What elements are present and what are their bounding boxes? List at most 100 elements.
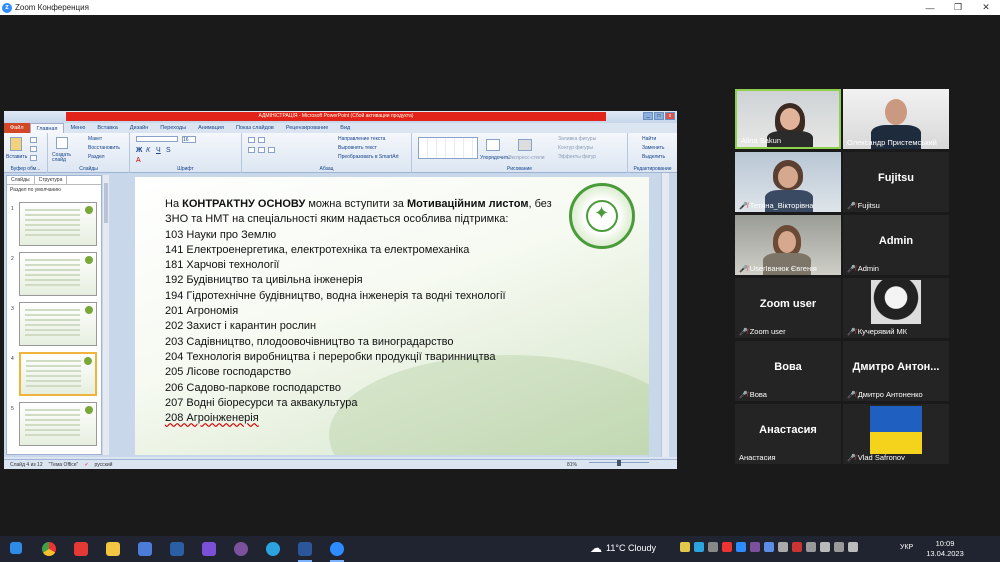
select-button[interactable]: Выделить bbox=[642, 154, 665, 160]
find-button[interactable]: Найти bbox=[642, 136, 656, 142]
ppt-close-button[interactable]: x bbox=[665, 112, 675, 120]
align-center-icon[interactable] bbox=[258, 147, 265, 153]
zoom-icon[interactable] bbox=[330, 542, 344, 556]
clock[interactable]: 10:09 13.04.2023 bbox=[920, 539, 970, 559]
tab-review[interactable]: Рецензирование bbox=[280, 125, 334, 131]
slide-thumbnail[interactable] bbox=[19, 302, 97, 346]
align-right-icon[interactable] bbox=[268, 147, 275, 153]
cut-icon[interactable] bbox=[30, 137, 37, 143]
section-label[interactable]: Раздел по умолчанию bbox=[7, 185, 101, 195]
tray-icon[interactable] bbox=[708, 542, 718, 552]
viber-icon[interactable] bbox=[234, 542, 248, 556]
anydesk-icon[interactable] bbox=[74, 542, 88, 556]
participant-tile[interactable]: Alina Sakun bbox=[735, 89, 841, 149]
tab-transitions[interactable]: Переходы bbox=[154, 125, 192, 131]
shape-fill-button[interactable]: Заливка фигуры bbox=[558, 136, 596, 142]
tray-bluetooth-icon[interactable] bbox=[764, 542, 774, 552]
participant-tile[interactable]: Zoom user 🎤̸ Zoom user bbox=[735, 278, 841, 338]
align-text-button[interactable]: Выровнять текст bbox=[338, 145, 377, 151]
input-language[interactable]: УКР bbox=[900, 544, 913, 551]
font-size-select[interactable]: 16 bbox=[182, 136, 196, 143]
tab-menu[interactable]: Меню bbox=[64, 125, 91, 131]
slides-pane-scrollbar[interactable] bbox=[103, 175, 109, 455]
word-icon[interactable] bbox=[298, 542, 312, 556]
zoom-level[interactable]: 81% bbox=[567, 462, 577, 468]
text-direction-button[interactable]: Направление текста bbox=[338, 136, 385, 142]
volume-icon[interactable] bbox=[848, 542, 858, 552]
zoom-slider[interactable] bbox=[589, 460, 649, 466]
slide-thumbnail-selected[interactable] bbox=[19, 352, 97, 396]
arrange-button[interactable]: Упорядочить bbox=[480, 155, 510, 161]
ppt-maximize-button[interactable]: □ bbox=[654, 112, 664, 120]
slide-thumbnail[interactable] bbox=[19, 252, 97, 296]
format-painter-icon[interactable] bbox=[30, 155, 37, 161]
shape-effects-button[interactable]: Эффекты фигур bbox=[558, 154, 596, 160]
wifi-icon[interactable] bbox=[834, 542, 844, 552]
participant-tile[interactable]: 🎤̸ Vlad Safronov bbox=[843, 404, 949, 464]
scroll-thumb[interactable] bbox=[104, 183, 108, 223]
tab-slides[interactable]: Слайды bbox=[7, 176, 35, 184]
participant-tile[interactable]: Олександр Пристемський bbox=[843, 89, 949, 149]
new-slide-button[interactable]: Создать слайд bbox=[52, 153, 76, 163]
slide-thumbnail[interactable] bbox=[19, 202, 97, 246]
tray-telegram-icon[interactable] bbox=[694, 542, 704, 552]
layout-button[interactable]: Макет bbox=[88, 136, 102, 142]
participant-tile[interactable]: 🎤̸ Кучерявий МК bbox=[843, 278, 949, 338]
store-icon[interactable] bbox=[138, 542, 152, 556]
tray-viber-icon[interactable] bbox=[750, 542, 760, 552]
app-p-icon[interactable] bbox=[202, 542, 216, 556]
minimize-button[interactable]: — bbox=[916, 0, 944, 15]
tab-slideshow[interactable]: Показ слайдов bbox=[230, 125, 280, 131]
tab-view[interactable]: Вид bbox=[334, 125, 356, 131]
participant-tile[interactable]: 🎤̸ UserIванюк Євгенія bbox=[735, 215, 841, 275]
tab-animation[interactable]: Анимация bbox=[192, 125, 230, 131]
maximize-button[interactable]: ❐ bbox=[944, 0, 972, 15]
font-color-button[interactable]: A bbox=[136, 157, 141, 164]
participant-tile[interactable]: Дмитро Антон... 🎤̸ Дмитро Антоненко bbox=[843, 341, 949, 401]
shield-icon[interactable] bbox=[170, 542, 184, 556]
current-slide[interactable]: ✦ На КОНТРАКТНУ ОСНОВУ можна вступити за… bbox=[135, 177, 649, 455]
reset-button[interactable]: Восстановить bbox=[88, 145, 120, 151]
chrome-icon[interactable] bbox=[42, 542, 56, 556]
file-explorer-icon[interactable] bbox=[106, 542, 120, 556]
tab-file[interactable]: Файл bbox=[4, 123, 30, 133]
shape-outline-button[interactable]: Контур фигуры bbox=[558, 145, 593, 151]
participant-tile[interactable]: Анастасия Анастасия bbox=[735, 404, 841, 464]
quick-styles-button[interactable]: Экспресс-стили bbox=[508, 155, 545, 161]
bold-button[interactable]: Ж bbox=[136, 147, 142, 154]
shapes-gallery[interactable] bbox=[418, 137, 478, 159]
participant-tile[interactable]: 🎤̸ Тетяна_Вікторівна bbox=[735, 152, 841, 212]
tray-icon[interactable] bbox=[806, 542, 816, 552]
section-button[interactable]: Раздел bbox=[88, 154, 105, 160]
strike-button[interactable]: S bbox=[166, 147, 171, 154]
close-button[interactable]: ✕ bbox=[972, 0, 1000, 15]
tab-outline[interactable]: Структура bbox=[35, 176, 68, 184]
tray-icon[interactable] bbox=[778, 542, 788, 552]
smartart-button[interactable]: Преобразовать в SmartArt bbox=[338, 154, 399, 160]
slide-thumbnail[interactable] bbox=[19, 402, 97, 446]
participant-tile[interactable]: Вова 🎤̸ Вова bbox=[735, 341, 841, 401]
tray-zoom-icon[interactable] bbox=[736, 542, 746, 552]
zoom-slider-knob[interactable] bbox=[617, 460, 621, 466]
spellcheck-icon[interactable]: ✓ bbox=[84, 462, 88, 468]
slide-scrollbar[interactable] bbox=[661, 173, 669, 457]
weather-widget[interactable]: ☁ 11°C Cloudy bbox=[590, 541, 656, 555]
align-left-icon[interactable] bbox=[248, 147, 255, 153]
ppt-minimize-button[interactable]: _ bbox=[643, 112, 653, 120]
paste-button[interactable]: Вставить bbox=[6, 154, 27, 160]
tray-chrome-icon[interactable] bbox=[722, 542, 732, 552]
participant-tile[interactable]: Admin 🎤̸ Admin bbox=[843, 215, 949, 275]
italic-button[interactable]: К bbox=[146, 147, 150, 154]
font-family-select[interactable] bbox=[136, 136, 178, 142]
tab-insert[interactable]: Вставка bbox=[91, 125, 123, 131]
bullets-icon[interactable] bbox=[248, 137, 255, 143]
tray-icon[interactable] bbox=[820, 542, 830, 552]
tray-icon[interactable] bbox=[680, 542, 690, 552]
underline-button[interactable]: Ч bbox=[156, 147, 161, 154]
tray-icon[interactable] bbox=[792, 542, 802, 552]
tab-home[interactable]: Главная bbox=[29, 123, 65, 133]
language-label[interactable]: русский bbox=[95, 462, 113, 468]
replace-button[interactable]: Заменить bbox=[642, 145, 664, 151]
start-windows-icon[interactable] bbox=[10, 542, 22, 554]
numbering-icon[interactable] bbox=[258, 137, 265, 143]
